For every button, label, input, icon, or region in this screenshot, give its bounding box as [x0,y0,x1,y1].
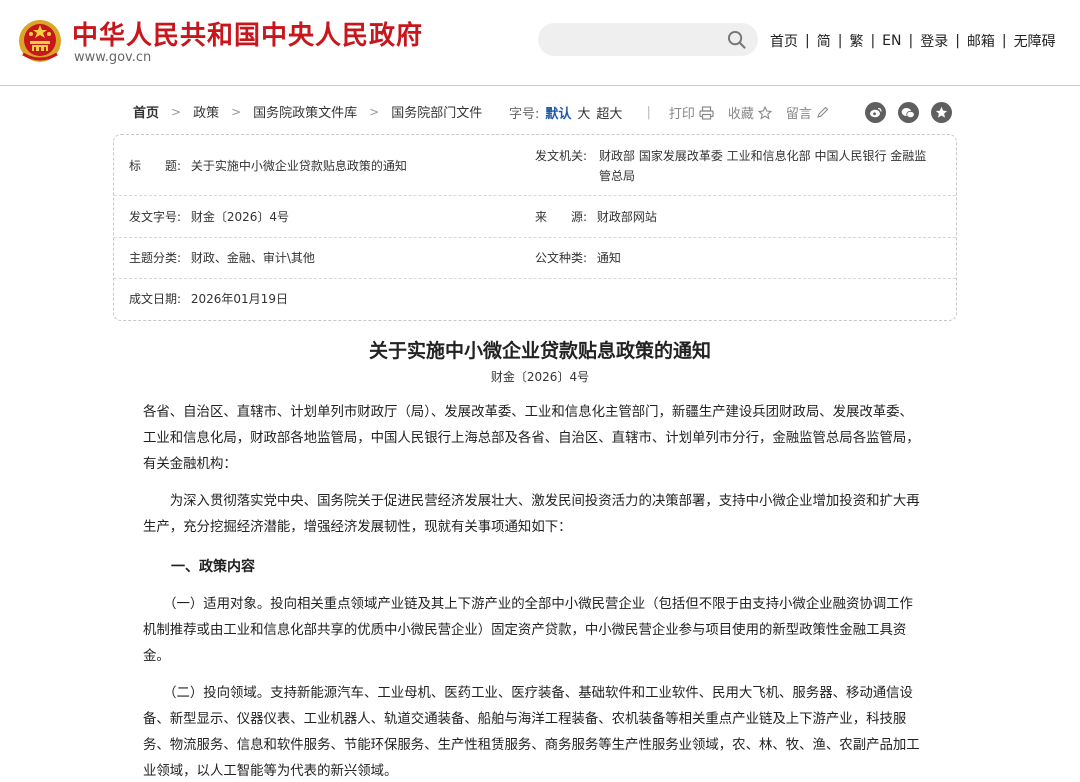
meta-title-row: 标 题: 关于实施中小微企业贷款贴息政策的通知 [129,156,407,176]
article-toolbar: 字号: 默认 大 超大 | 打印 收藏 留言 [509,102,964,123]
font-size-large[interactable]: 大 [577,103,590,122]
print-button[interactable]: 打印 [669,103,714,122]
breadcrumb-arrow: > [369,104,380,119]
meta-issuer-label: 发文机关: [535,149,588,163]
font-size-label: 字号: [509,107,540,122]
article-doc-number: 财金〔2026〕4号 [490,370,590,384]
item2-paragraph: （二）投向领域。支持新能源汽车、工业母机、医药工业、医疗装备、基础软件和工业软件… [143,681,935,782]
meta-date-label: 成文日期: [129,292,182,306]
meta-source-value[interactable]: 财政部网站 [597,210,657,224]
meta-source-row: 来 源: 财政部网站 [535,207,657,227]
meta-issuer-line: 财政部 国家发展改革委 工业和信息化部 中国人民银行 金融监 [599,149,927,163]
nav-separator: | [837,33,843,49]
search-icon[interactable] [727,30,746,49]
meta-type-value: 通知 [596,251,621,265]
nav-traditional[interactable]: 繁 [849,31,863,51]
meta-type-label: 公文种类: [535,251,588,265]
breadcrumb-arrow: > [231,104,242,119]
paragraph-line: 业领域，以人工智能等为代表的新兴领域。 [143,764,398,779]
paragraph-line: 务、物流服务、信息和软件服务、节能环保服务、生产性租赁服务、商务服务等生产性服务… [143,738,920,753]
paragraph-line: （二）投向领域。支持新能源汽车、工业母机、医药工业、医疗装备、基础软件和工业软件… [143,686,913,701]
meta-docno-label: 发文字号: [129,210,182,224]
weibo-icon[interactable] [864,102,886,123]
meta-divider [114,237,956,238]
meta-date-row: 成文日期: 2026年01月19日 [129,289,288,309]
paragraph-line: 各省、自治区、直辖市、计划单列市财政厅（局）、发展改革委、工业和信息化主管部门，… [143,405,913,420]
nav-accessibility[interactable]: 无障碍 [1014,31,1056,51]
meta-divider [114,278,956,279]
nav-simplified[interactable]: 简 [817,31,831,51]
breadcrumb-home[interactable]: 首页 [133,102,159,121]
share-group [864,102,964,123]
favorite-button[interactable]: 收藏 [728,103,772,122]
top-nav: 首页 | 简 | 繁 | EN | 登录 | 邮箱 | 无障碍 [770,31,1056,51]
meta-issuer-value: 财政部 国家发展改革委 工业和信息化部 中国人民银行 金融监 管总局 [599,146,949,186]
breadcrumb-policy[interactable]: 政策 [193,102,219,121]
meta-source-label: 来 源: [535,210,588,224]
favorite-label: 收藏 [727,107,754,122]
paragraph-line: 机制推荐或由工业和信息化部共享的优质中小微民营企业）固定资产贷款，中小微民营企业… [143,623,907,638]
site-url: www.gov.cn [74,50,152,65]
pencil-icon [817,106,829,118]
site-header: 中华人民共和国中央人民政府 www.gov.cn 首页 | 简 | 繁 | EN… [0,0,1080,86]
font-size-xlarge[interactable]: 超大 [596,103,622,122]
breadcrumb-arrow: > [171,104,182,119]
paragraph-line: （一）适用对象。投向相关重点领域产业链及其上下游产业的全部中小微民营企业（包括但… [143,597,913,612]
meta-title-label: 标 题: [129,159,182,173]
paragraph-line: 工业和信息化局，财政部各地监管局，中国人民银行上海总部及各省、自治区、直辖市、计… [143,431,920,446]
breadcrumb-policy-library[interactable]: 国务院政策文件库 [253,102,357,121]
nav-separator: | [955,33,960,49]
meta-topic-value: 财政、金融、审计\其他 [190,251,315,265]
meta-topic-row: 主题分类: 财政、金融、审计\其他 [129,248,315,268]
national-emblem-icon[interactable] [17,16,63,64]
search-input[interactable] [538,23,758,56]
meta-topic-label: 主题分类: [129,251,182,265]
comment-button[interactable]: 留言 [786,103,829,122]
meta-date-value: 2026年01月19日 [190,292,288,306]
paragraph-line: 为深入贯彻落实党中央、国务院关于促进民营经济发展壮大、激发民间投资活力的决策部署… [143,494,920,509]
qzone-icon[interactable] [930,102,952,123]
paragraph-line: 金。 [143,649,170,664]
nav-login[interactable]: 登录 [920,31,948,51]
nav-separator: | [805,33,810,49]
document-metadata: 标 题: 关于实施中小微企业贷款贴息政策的通知 发文机关: 财政部 国家发展改革… [113,134,957,321]
toolbar-divider: | [646,105,651,120]
paragraph-line: 备、新型显示、仪器仪表、工业机器人、轨道交通装备、船舶与海洋工程装备、农机装备等… [143,712,907,727]
meta-issuer-line: 管总局 [599,169,636,183]
nav-separator: | [870,33,876,49]
meta-type-row: 公文种类: 通知 [535,248,621,268]
meta-docno-row: 发文字号: 财金〔2026〕4号 [129,207,289,227]
nav-english[interactable]: EN [882,33,901,49]
breadcrumb-department-docs[interactable]: 国务院部门文件 [391,102,482,121]
font-size-default[interactable]: 默认 [545,103,571,122]
meta-title-value: 关于实施中小微企业贷款贴息政策的通知 [190,159,407,173]
section-heading: 一、政策内容 [171,559,255,575]
print-label: 打印 [668,107,695,122]
item1-paragraph: （一）适用对象。投向相关重点领域产业链及其上下游产业的全部中小微民营企业（包括但… [143,592,935,670]
meta-docno-value: 财金〔2026〕4号 [190,210,290,224]
printer-icon [699,105,714,120]
intro-paragraph: 为深入贯彻落实党中央、国务院关于促进民营经济发展壮大、激发民间投资活力的决策部署… [143,489,935,541]
addressee-paragraph: 各省、自治区、直辖市、计划单列市财政厅（局）、发展改革委、工业和信息化主管部门，… [143,400,935,478]
star-icon [757,105,772,120]
meta-divider [114,195,956,196]
nav-separator: | [908,33,914,49]
paragraph-line: 有关金融机构： [143,457,237,472]
article-title: 关于实施中小微企业贷款贴息政策的通知 [368,340,711,362]
nav-separator: | [1001,33,1007,49]
site-title[interactable]: 中华人民共和国中央人民政府 [72,15,423,52]
paragraph-line: 生产，充分挖掘经济潜能，增强经济发展韧性，现就有关事项通知如下： [143,520,572,535]
nav-home[interactable]: 首页 [770,31,798,51]
nav-mailbox[interactable]: 邮箱 [967,31,995,51]
breadcrumb: 首页 > 政策 > 国务院政策文件库 > 国务院部门文件 [133,102,482,122]
comment-label: 留言 [785,107,812,122]
wechat-icon[interactable] [897,102,919,123]
